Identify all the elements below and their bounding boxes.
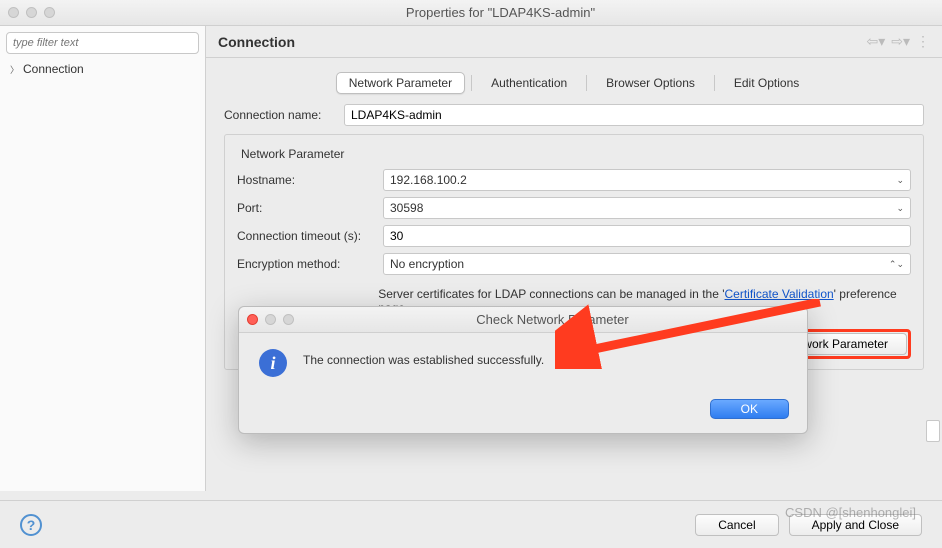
window-title: Properties for "LDAP4KS-admin" bbox=[67, 5, 934, 20]
dialog-close-icon[interactable] bbox=[247, 314, 258, 325]
ok-button[interactable]: OK bbox=[710, 399, 789, 419]
encryption-select[interactable]: No encryption ⌃⌄ bbox=[383, 253, 911, 275]
port-input[interactable]: 30598 ⌄ bbox=[383, 197, 911, 219]
tab-authentication[interactable]: Authentication bbox=[478, 72, 580, 94]
tab-network-parameter[interactable]: Network Parameter bbox=[336, 72, 465, 94]
right-edge-handle bbox=[926, 420, 940, 442]
watermark: CSDN @[shenhonglei] bbox=[785, 505, 916, 520]
dialog-minimize-icon bbox=[265, 314, 276, 325]
cancel-button[interactable]: Cancel bbox=[695, 514, 778, 536]
window-traffic-lights bbox=[8, 7, 55, 18]
tabs: Network Parameter Authentication Browser… bbox=[224, 72, 924, 94]
chevron-down-icon: ⌄ bbox=[896, 175, 904, 186]
hostname-input[interactable]: 192.168.100.2 ⌄ bbox=[383, 169, 911, 191]
filter-input[interactable] bbox=[6, 32, 199, 54]
certificate-validation-link[interactable]: Certificate Validation bbox=[725, 287, 834, 301]
port-value: 30598 bbox=[390, 201, 423, 215]
sidebar-item-label: Connection bbox=[23, 62, 84, 76]
info-icon: i bbox=[259, 349, 287, 377]
port-label: Port: bbox=[237, 201, 375, 215]
timeout-input[interactable] bbox=[383, 225, 911, 247]
header-nav: ⇦▾ ⇨▾ ⋮ bbox=[866, 33, 930, 50]
nav-forward-icon[interactable]: ⇨▾ bbox=[891, 33, 910, 50]
dialog-title: Check Network Parameter bbox=[306, 312, 799, 327]
hostname-value: 192.168.100.2 bbox=[390, 173, 467, 187]
page-title: Connection bbox=[218, 34, 866, 50]
hostname-label: Hostname: bbox=[237, 173, 375, 187]
traffic-zoom-icon[interactable] bbox=[44, 7, 55, 18]
select-updown-icon: ⌃⌄ bbox=[889, 259, 904, 270]
check-network-dialog: Check Network Parameter i The connection… bbox=[238, 306, 808, 434]
window-titlebar: Properties for "LDAP4KS-admin" bbox=[0, 0, 942, 26]
tab-browser-options[interactable]: Browser Options bbox=[593, 72, 708, 94]
connection-name-input[interactable] bbox=[344, 104, 924, 126]
timeout-label: Connection timeout (s): bbox=[237, 229, 375, 243]
sidebar-item-connection[interactable]: 〉 Connection bbox=[6, 60, 199, 78]
encryption-value: No encryption bbox=[390, 257, 464, 271]
network-parameter-legend: Network Parameter bbox=[237, 147, 348, 161]
dialog-zoom-icon bbox=[283, 314, 294, 325]
traffic-close-icon[interactable] bbox=[8, 7, 19, 18]
traffic-minimize-icon[interactable] bbox=[26, 7, 37, 18]
sidebar: 〉 Connection bbox=[0, 26, 206, 491]
nav-menu-icon[interactable]: ⋮ bbox=[916, 33, 930, 50]
encryption-label: Encryption method: bbox=[237, 257, 375, 271]
chevron-down-icon: ⌄ bbox=[896, 203, 904, 214]
help-icon[interactable]: ? bbox=[20, 514, 42, 536]
tab-edit-options[interactable]: Edit Options bbox=[721, 72, 812, 94]
connection-name-label: Connection name: bbox=[224, 108, 336, 122]
chevron-right-icon: 〉 bbox=[10, 63, 19, 76]
nav-back-icon[interactable]: ⇦▾ bbox=[866, 33, 885, 50]
dialog-message: The connection was established successfu… bbox=[303, 349, 544, 367]
